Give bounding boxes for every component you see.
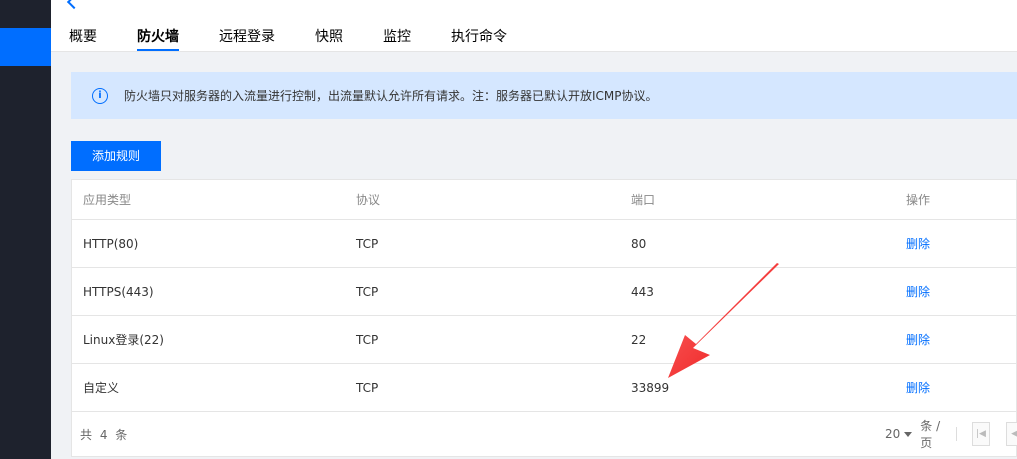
main-area: 概要 防火墙 远程登录 快照 监控 执行命令 i 防火墙只对服务器的入流量进行控… xyxy=(51,0,1017,459)
first-page-button[interactable]: |◀ xyxy=(972,422,990,446)
tab-monitoring[interactable]: 监控 xyxy=(383,28,411,51)
tab-bar: 概要 防火墙 远程登录 快照 监控 执行命令 xyxy=(69,28,547,51)
rule-protocol: TCP xyxy=(356,236,379,251)
rule-app-type: HTTPS(443) xyxy=(83,284,154,299)
page-header: 概要 防火墙 远程登录 快照 监控 执行命令 xyxy=(51,0,1017,52)
tab-remote-login[interactable]: 远程登录 xyxy=(219,28,275,51)
pagination: 20 条 / 页 |◀ ◀ xyxy=(885,412,1017,456)
rule-port: 80 xyxy=(631,236,647,251)
total-count: 共 4 条 xyxy=(80,427,130,442)
column-header-port: 端口 xyxy=(631,193,656,207)
column-header-action: 操作 xyxy=(906,193,931,207)
add-rule-button[interactable]: 添加规则 xyxy=(71,141,161,171)
sidebar xyxy=(0,0,51,459)
tab-overview[interactable]: 概要 xyxy=(69,28,97,51)
title-row xyxy=(66,0,119,10)
chevron-down-icon xyxy=(904,431,913,437)
rule-port: 33899 xyxy=(631,380,670,395)
rule-app-type: HTTP(80) xyxy=(83,236,139,251)
firewall-rules-table: 应用类型 协议 端口 操作 HTTP(80) TCP 80 删除 HTTPS(4… xyxy=(71,179,1017,457)
notice-text: 防火墙只对服务器的入流量进行控制，出流量默认允许所有请求。注：服务器已默认开放I… xyxy=(124,89,658,103)
rule-protocol: TCP xyxy=(356,332,379,347)
tab-snapshot[interactable]: 快照 xyxy=(315,28,343,51)
delete-rule-link[interactable]: 删除 xyxy=(906,220,930,267)
rule-port: 443 xyxy=(631,284,654,299)
table-footer: 共 4 条 20 条 / 页 |◀ ◀ xyxy=(72,412,1017,456)
rule-app-type: Linux登录(22) xyxy=(83,333,164,347)
column-header-protocol: 协议 xyxy=(356,193,381,207)
rule-protocol: TCP xyxy=(356,380,379,395)
sidebar-active-item[interactable] xyxy=(0,28,51,66)
pagination-divider xyxy=(955,427,957,441)
table-header-row: 应用类型 协议 端口 操作 xyxy=(72,180,1016,220)
firewall-notice: i 防火墙只对服务器的入流量进行控制，出流量默认允许所有请求。注：服务器已默认开… xyxy=(71,72,1017,119)
delete-rule-link[interactable]: 删除 xyxy=(906,364,930,411)
prev-page-icon: ◀ xyxy=(1011,429,1017,439)
info-icon: i xyxy=(92,87,108,104)
tab-execute-command[interactable]: 执行命令 xyxy=(451,28,507,51)
prev-page-button[interactable]: ◀ xyxy=(1005,422,1017,446)
rule-app-type: 自定义 xyxy=(83,381,120,395)
table-row: HTTPS(443) TCP 443 删除 xyxy=(72,268,1016,316)
back-arrow-icon[interactable] xyxy=(66,0,82,9)
page-size-value: 20 xyxy=(885,427,901,441)
rule-protocol: TCP xyxy=(356,284,379,299)
column-header-app-type: 应用类型 xyxy=(83,193,132,207)
delete-rule-link[interactable]: 删除 xyxy=(906,268,930,315)
rule-port: 22 xyxy=(631,332,647,347)
table-row: HTTP(80) TCP 80 删除 xyxy=(72,220,1016,268)
table-row: Linux登录(22) TCP 22 删除 xyxy=(72,316,1016,364)
delete-rule-link[interactable]: 删除 xyxy=(906,316,930,363)
first-page-icon: |◀ xyxy=(975,429,986,439)
table-row: 自定义 TCP 33899 删除 xyxy=(72,364,1016,412)
page-size-select[interactable]: 20 xyxy=(885,427,913,441)
page-size-unit: 条 / 页 xyxy=(920,419,941,450)
tab-firewall[interactable]: 防火墙 xyxy=(137,28,179,51)
